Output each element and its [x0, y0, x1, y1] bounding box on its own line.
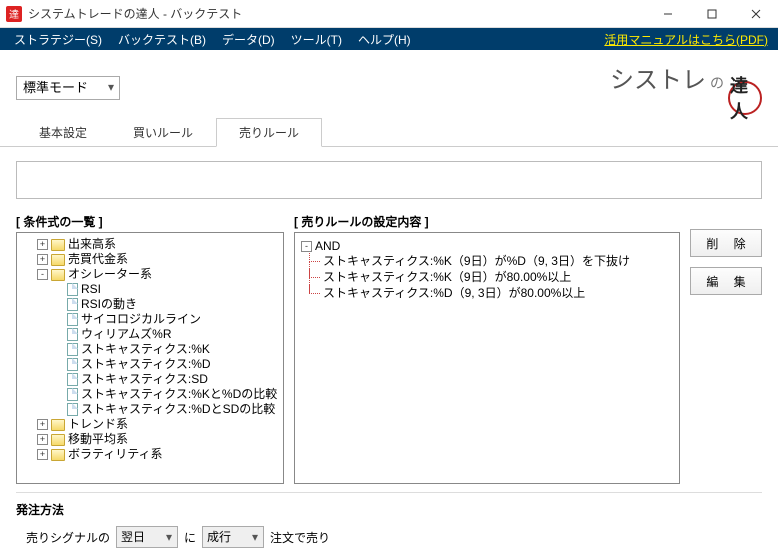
tree-toggle-icon[interactable]: + — [37, 239, 48, 250]
tree-node-label: ストキャスティクス:SD — [81, 372, 208, 387]
document-icon — [67, 328, 78, 341]
close-button[interactable] — [734, 0, 778, 28]
rule-root-label[interactable]: AND — [315, 239, 340, 253]
titlebar: 達 システムトレードの達人 - バックテスト — [0, 0, 778, 28]
tree-node-label: 移動平均系 — [68, 432, 128, 447]
menu-tool[interactable]: ツール(T) — [283, 29, 350, 50]
tree-item[interactable]: ストキャスティクス:%D — [19, 357, 281, 372]
order-title: 発注方法 — [16, 501, 762, 518]
rule-item[interactable]: ストキャスティクス:%K（9日）が80.00%以上 — [301, 269, 673, 285]
app-icon: 達 — [6, 6, 22, 22]
document-icon — [67, 283, 78, 296]
order-signal-label: 売りシグナルの — [26, 529, 110, 546]
logo-small: の — [710, 73, 724, 93]
order-ni: に — [184, 529, 196, 546]
tree-item[interactable]: RSIの動き — [19, 297, 281, 312]
manual-link[interactable]: 活用マニュアルはこちら(PDF) — [600, 29, 772, 50]
toolbar: 標準モード シストレの達人 — [0, 50, 778, 113]
tree-folder[interactable]: + 移動平均系 — [19, 432, 281, 447]
folder-icon — [51, 419, 65, 431]
menu-data[interactable]: データ(D) — [214, 29, 283, 50]
tree-toggle-icon[interactable]: + — [37, 419, 48, 430]
tree-node-label: ストキャスティクス:%D — [81, 357, 211, 372]
tree-node-label: サイコロジカルライン — [81, 312, 201, 327]
tree-node-label: トレンド系 — [68, 417, 128, 432]
folder-icon — [51, 239, 65, 251]
tree-node-label: 出来高系 — [68, 237, 116, 252]
order-type-select[interactable]: 成行 — [202, 526, 264, 548]
tree-folder[interactable]: + トレンド系 — [19, 417, 281, 432]
logo: シストレの達人 — [610, 60, 762, 111]
folder-icon — [51, 254, 65, 266]
folder-icon — [51, 434, 65, 446]
tree-node-label: ストキャスティクス:%K — [81, 342, 210, 357]
tree-item[interactable]: ウィリアムズ%R — [19, 327, 281, 342]
tree-item[interactable]: ストキャスティクス:SD — [19, 372, 281, 387]
condition-tree[interactable]: + 出来高系 + 売買代金系 - オシレーター系RSIRSIの動きサイコロジカルラインウィ… — [16, 232, 284, 484]
tree-folder[interactable]: - オシレーター系 — [19, 267, 281, 282]
order-day-select[interactable]: 翌日 — [116, 526, 178, 548]
document-icon — [67, 313, 78, 326]
folder-icon — [51, 269, 65, 281]
menu-help[interactable]: ヘルプ(H) — [350, 29, 419, 50]
tree-toggle-icon[interactable]: + — [37, 434, 48, 445]
mode-select[interactable]: 標準モード — [16, 76, 120, 100]
document-icon — [67, 403, 78, 416]
tree-item[interactable]: ストキャスティクス:%K — [19, 342, 281, 357]
tab-basic[interactable]: 基本設定 — [16, 118, 110, 147]
order-section: 発注方法 売りシグナルの 翌日 に 成行 注文で売り — [16, 492, 762, 548]
tree-node-label: ストキャスティクス:%DとSDの比較 — [81, 402, 275, 417]
logo-circle-icon: 達人 — [728, 81, 762, 115]
tree-node-label: RSI — [81, 282, 101, 297]
tree-folder[interactable]: + ボラティリティ系 — [19, 447, 281, 462]
delete-button[interactable]: 削 除 — [690, 229, 762, 257]
rule-tree[interactable]: - AND ストキャスティクス:%K（9日）が%D（9, 3日）を下抜けストキャ… — [294, 232, 680, 484]
document-icon — [67, 388, 78, 401]
document-icon — [67, 343, 78, 356]
tree-item[interactable]: ストキャスティクス:%DとSDの比較 — [19, 402, 281, 417]
tree-node-label: オシレーター系 — [68, 267, 152, 282]
tree-node-label: ストキャスティクス:%Kと%Dの比較 — [81, 387, 277, 402]
minimize-button[interactable] — [646, 0, 690, 28]
tree-node-label: 売買代金系 — [68, 252, 128, 267]
tree-toggle-icon[interactable]: + — [37, 254, 48, 265]
logo-text: シストレ — [610, 60, 706, 95]
tree-folder[interactable]: + 売買代金系 — [19, 252, 281, 267]
edit-button[interactable]: 編 集 — [690, 267, 762, 295]
menu-backtest[interactable]: バックテスト(B) — [110, 29, 214, 50]
order-suffix: 注文で売り — [270, 529, 330, 546]
menubar: ストラテジー(S) バックテスト(B) データ(D) ツール(T) ヘルプ(H)… — [0, 28, 778, 50]
tab-row: 基本設定 買いルール 売りルール — [0, 113, 778, 147]
document-icon — [67, 358, 78, 371]
maximize-button[interactable] — [690, 0, 734, 28]
tab-buy-rule[interactable]: 買いルール — [110, 118, 216, 147]
blank-input-area — [16, 161, 762, 199]
tree-toggle-icon[interactable]: + — [37, 449, 48, 460]
rule-item[interactable]: ストキャスティクス:%D（9, 3日）が80.00%以上 — [301, 285, 673, 301]
condition-list-label: [ 条件式の一覧 ] — [16, 213, 284, 230]
window-title: システムトレードの達人 - バックテスト — [28, 5, 646, 22]
rule-label: [ 売りルールの設定内容 ] — [294, 213, 680, 230]
tree-item[interactable]: ストキャスティクス:%Kと%Dの比較 — [19, 387, 281, 402]
tree-node-label: ボラティリティ系 — [68, 447, 163, 462]
document-icon — [67, 373, 78, 386]
tree-folder[interactable]: + 出来高系 — [19, 237, 281, 252]
folder-icon — [51, 449, 65, 461]
menu-strategy[interactable]: ストラテジー(S) — [6, 29, 110, 50]
tab-sell-rule[interactable]: 売りルール — [216, 118, 322, 147]
rule-item[interactable]: ストキャスティクス:%K（9日）が%D（9, 3日）を下抜け — [301, 253, 673, 269]
document-icon — [67, 298, 78, 311]
tree-item[interactable]: RSI — [19, 282, 281, 297]
tree-node-label: ウィリアムズ%R — [81, 327, 172, 342]
tree-toggle-icon[interactable]: - — [37, 269, 48, 280]
tree-node-label: RSIの動き — [81, 297, 137, 312]
rule-toggle-icon[interactable]: - — [301, 241, 312, 252]
tree-item[interactable]: サイコロジカルライン — [19, 312, 281, 327]
